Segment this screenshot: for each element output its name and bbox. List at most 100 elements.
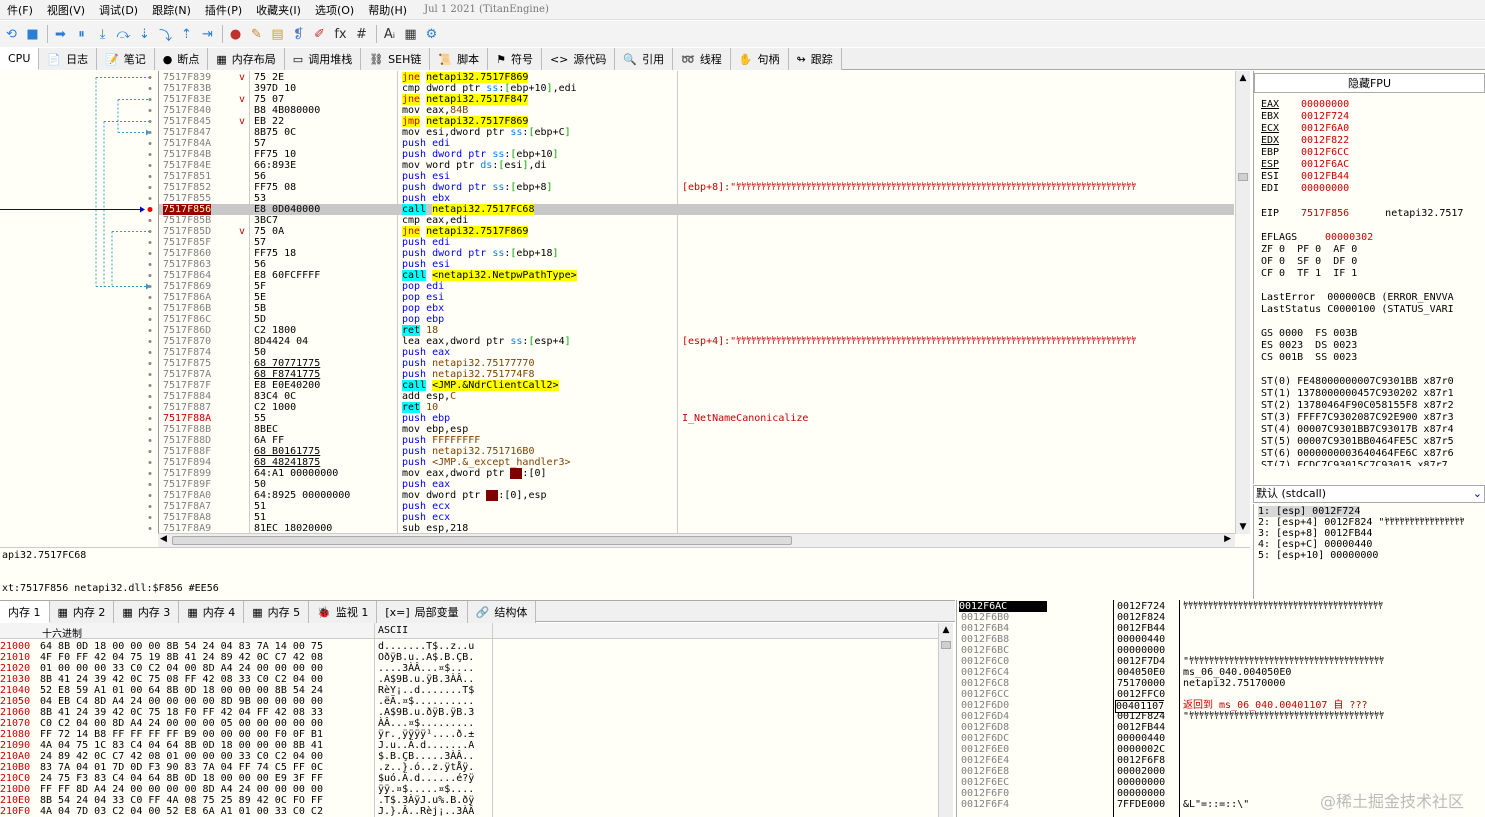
breakpoint-slot[interactable] — [148, 351, 152, 354]
tab-notes[interactable]: 📝 笔记 — [97, 48, 155, 70]
breakpoint-slot[interactable] — [148, 439, 152, 442]
function-icon[interactable]: fx — [331, 25, 350, 44]
tab-script[interactable]: 📜 脚本 — [430, 48, 489, 70]
menu-item[interactable]: 视图(V) — [40, 2, 92, 18]
disasm-row[interactable]: 7517F847 8B75 0C mov esi,dword ptr ss:[ebp… — [159, 127, 1234, 138]
tab-seh[interactable]: ⛓ SEH链 — [361, 48, 431, 70]
stack-row[interactable]: 0012F6E4 0012F6F8 — [957, 755, 1485, 766]
restart-icon[interactable]: ⟲ — [2, 25, 21, 44]
stack-row[interactable]: 0012F6D0 00401107 返回到 ms_06_040.00401107 自… — [957, 700, 1485, 713]
register-value[interactable]: 0012FB44 — [1301, 171, 1349, 182]
breakpoint-slot[interactable] — [148, 340, 152, 343]
stack-row[interactable]: 0012F6AC 0012F724 ﾔﾔﾔﾔﾔﾔﾔﾔﾔﾔﾔﾔﾔﾔﾔﾔﾔﾔﾔﾔﾔﾔﾔﾔ… — [957, 601, 1485, 612]
breakpoint-slot[interactable] — [148, 219, 152, 222]
stop-icon[interactable]: ■ — [23, 25, 42, 44]
stack-row[interactable]: 0012F6E0 0000002C — [957, 744, 1485, 755]
disasm-row[interactable]: 7517F85B 3BC7 cmp eax,edi — [159, 215, 1234, 226]
tab-breakpoint[interactable]: ● 断点 — [154, 48, 209, 70]
record-icon[interactable]: ● — [226, 25, 245, 44]
disasm-row[interactable]: 7517F8A0 64:8925 00000000 mov dword ptr fs… — [159, 490, 1234, 501]
disasm-row[interactable]: 7517F860 FF75 18 push dword ptr ss:[ebp+18… — [159, 248, 1234, 259]
disasm-row[interactable]: 7517F88A 55 push ebp I_NetNameCanonicalize — [159, 413, 1234, 424]
menu-item[interactable]: 插件(P) — [198, 2, 249, 18]
breakpoint-slot[interactable] — [148, 109, 152, 112]
step-over-icon[interactable]: ⤼ — [114, 25, 133, 44]
register-value[interactable]: 0012F6A0 — [1301, 123, 1349, 134]
disasm-row[interactable]: 7517F840 B8 4B080000 mov eax,84B — [159, 105, 1234, 116]
disasm-row[interactable]: 7517F85F 57 push edi — [159, 237, 1234, 248]
trace-into-icon[interactable]: ⇣ — [135, 25, 154, 44]
disasm-vertical-scrollbar[interactable]: ▲ ▼ — [1235, 71, 1250, 534]
breakpoint-slot[interactable] — [148, 516, 152, 519]
stack-row[interactable]: 0012F6C4 004050E0 ms_06_040.004050E0 — [957, 667, 1485, 678]
scroll-up-icon[interactable]: ▲ — [1236, 71, 1250, 85]
disasm-row[interactable]: 7517F86A 5E pop esi — [159, 292, 1234, 303]
tab-references[interactable]: 🔍 引用 — [615, 48, 674, 70]
breakpoint-slot[interactable] — [148, 241, 152, 244]
breakpoint-slot[interactable] — [148, 505, 152, 508]
disasm-row[interactable]: 7517F863 56 push esi — [159, 259, 1234, 270]
disasm-row[interactable]: 7517F899 64:A1 00000000 mov eax,dword ptr … — [159, 468, 1234, 479]
breakpoint-slot[interactable] — [148, 362, 152, 365]
stack-row[interactable]: 0012F6EC 00000000 — [957, 777, 1485, 788]
breakpoint-slot[interactable] — [148, 164, 152, 167]
disasm-row[interactable]: 7517F86B 5B pop ebx — [159, 303, 1234, 314]
register-value[interactable]: 0012F6AC — [1301, 159, 1349, 170]
stack-row[interactable]: 0012F6DC 00000440 — [957, 733, 1485, 744]
disasm-row[interactable]: 7517F875 68 70771775 push netapi32.7517777… — [159, 358, 1234, 369]
breakpoint-icon[interactable] — [147, 207, 153, 212]
breakpoint-slot[interactable] — [148, 131, 152, 134]
disassembly-rows[interactable]: 7517F839 v 75 2E jne netapi32.7517F869 7517F… — [158, 71, 1234, 534]
breakpoint-slot[interactable] — [148, 450, 152, 453]
tab-handles[interactable]: ✋ 句柄 — [730, 48, 789, 70]
disasm-row[interactable]: 7517F884 83C4 0C add esp,C — [159, 391, 1234, 402]
breakpoint-slot[interactable] — [148, 373, 152, 376]
run-to-user-code-icon[interactable]: ⇥ — [198, 25, 217, 44]
stack-row[interactable]: 0012F6D8 0012FB44 — [957, 722, 1485, 733]
breakpoint-slot[interactable] — [148, 76, 152, 79]
tab-内存4[interactable]: ▦ 内存 4 — [179, 601, 245, 623]
chevron-down-icon[interactable]: ⌄ — [1473, 486, 1482, 502]
breakpoint-slot[interactable] — [148, 483, 152, 486]
disasm-row[interactable]: 7517F856 E8 0D040000 call netapi32.7517FC6… — [159, 204, 1234, 215]
breakpoint-slot[interactable] — [148, 296, 152, 299]
hash-icon[interactable]: # — [352, 25, 371, 44]
disasm-row[interactable]: 7517F88B 8BEC mov ebp,esp — [159, 424, 1234, 435]
disasm-row[interactable]: 7517F874 50 push eax — [159, 347, 1234, 358]
breakpoint-slot[interactable] — [148, 494, 152, 497]
tab-log[interactable]: 📄 日志 — [39, 48, 98, 70]
execute-till-return-icon[interactable]: ⇡ — [177, 25, 196, 44]
disasm-row[interactable]: 7517F855 53 push ebx — [159, 193, 1234, 204]
tab-监视1[interactable]: 🐞 监视 1 — [309, 601, 378, 623]
disasm-row[interactable]: 7517F83B 397D 10 cmp dword ptr ss:[ebp+10]… — [159, 83, 1234, 94]
breakpoint-slot[interactable] — [148, 98, 152, 101]
disassembly-view[interactable]: 7517F839 v 75 2E jne netapi32.7517F869 7517F… — [0, 71, 1250, 547]
breakpoint-slot[interactable] — [148, 274, 152, 277]
disasm-row[interactable]: 7517F87A 68 F8741775 push netapi32.751774F… — [159, 369, 1234, 380]
memory-dump[interactable]: 十六进制 ASCII ▲ 21000 64 8B 0D 18 00 00 00 8… — [0, 623, 955, 817]
hide-fpu-button[interactable]: 隐藏FPU — [1254, 73, 1485, 93]
breakpoint-slot[interactable] — [148, 285, 152, 288]
breakpoint-slot[interactable] — [148, 395, 152, 398]
run-icon[interactable]: ➡ — [51, 25, 70, 44]
tab-内存3[interactable]: ▦ 内存 3 — [114, 601, 180, 623]
comment-icon[interactable]: ❡ — [289, 25, 308, 44]
tab-结构体[interactable]: 🔗 结构体 — [467, 601, 537, 623]
stack-view[interactable]: 0012F6AC 0012F724 ﾔﾔﾔﾔﾔﾔﾔﾔﾔﾔﾔﾔﾔﾔﾔﾔﾔﾔﾔﾔﾔﾔﾔﾔ… — [956, 600, 1485, 817]
breakpoint-slot[interactable] — [148, 197, 152, 200]
breakpoint-slot[interactable] — [148, 318, 152, 321]
tab-symbols[interactable]: ⚑ 符号 — [488, 48, 542, 70]
menu-item[interactable]: 件(F) — [0, 2, 40, 18]
tab-source[interactable]: <> 源代码 — [541, 48, 616, 70]
register-value[interactable]: 00000302 — [1325, 232, 1373, 243]
disasm-row[interactable]: 7517F86C 5D pop ebp — [159, 314, 1234, 325]
menu-item[interactable]: 调试(D) — [92, 2, 145, 18]
register-value[interactable]: 00000000 — [1301, 183, 1349, 194]
breakpoint-slot[interactable] — [148, 252, 152, 255]
settings-icon[interactable]: ⚙ — [422, 25, 441, 44]
breakpoint-slot[interactable] — [148, 329, 152, 332]
scroll-thumb[interactable] — [1238, 173, 1248, 181]
tab-cpu[interactable]: CPU — [0, 48, 40, 70]
disasm-row[interactable]: 7517F84B FF75 10 push dword ptr ss:[ebp+10… — [159, 149, 1234, 160]
calculator-icon[interactable]: ▦ — [401, 25, 420, 44]
